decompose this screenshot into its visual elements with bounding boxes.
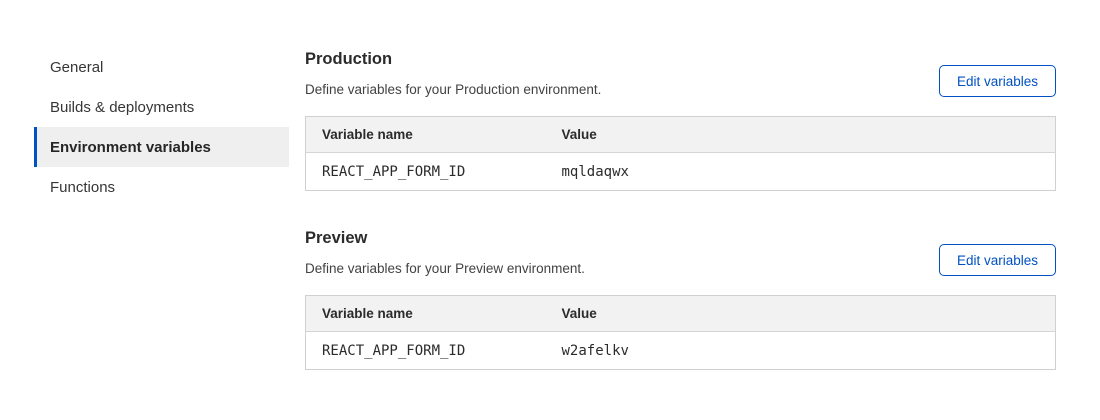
table-row: REACT_APP_FORM_ID w2afelkv xyxy=(306,332,1056,370)
production-variables-table: Variable name Value REACT_APP_FORM_ID mq… xyxy=(305,116,1056,191)
settings-sidebar: General Builds & deployments Environment… xyxy=(34,47,289,207)
sidebar-item-builds-deployments[interactable]: Builds & deployments xyxy=(34,87,289,127)
production-section: Production Define variables for your Pro… xyxy=(305,51,1056,191)
sidebar-item-general[interactable]: General xyxy=(34,47,289,87)
preview-variables-table: Variable name Value REACT_APP_FORM_ID w2… xyxy=(305,295,1056,370)
table-header-row: Variable name Value xyxy=(306,296,1056,332)
preview-section: Preview Define variables for your Previe… xyxy=(305,230,1056,370)
table-header-row: Variable name Value xyxy=(306,117,1056,153)
variable-value-cell: mqldaqwx xyxy=(546,153,1056,191)
variable-value-cell: w2afelkv xyxy=(546,332,1056,370)
table-row: REACT_APP_FORM_ID mqldaqwx xyxy=(306,153,1056,191)
variable-name-cell: REACT_APP_FORM_ID xyxy=(306,153,546,191)
settings-page: General Builds & deployments Environment… xyxy=(0,0,1100,420)
column-header-value: Value xyxy=(546,296,1056,332)
column-header-value: Value xyxy=(546,117,1056,153)
variable-name-cell: REACT_APP_FORM_ID xyxy=(306,332,546,370)
sidebar-item-environment-variables[interactable]: Environment variables xyxy=(34,127,289,167)
column-header-variable-name: Variable name xyxy=(306,296,546,332)
environment-variables-panel: Production Define variables for your Pro… xyxy=(305,51,1056,370)
sidebar-item-functions[interactable]: Functions xyxy=(34,167,289,207)
preview-edit-variables-button[interactable]: Edit variables xyxy=(939,244,1056,276)
column-header-variable-name: Variable name xyxy=(306,117,546,153)
production-edit-variables-button[interactable]: Edit variables xyxy=(939,65,1056,97)
